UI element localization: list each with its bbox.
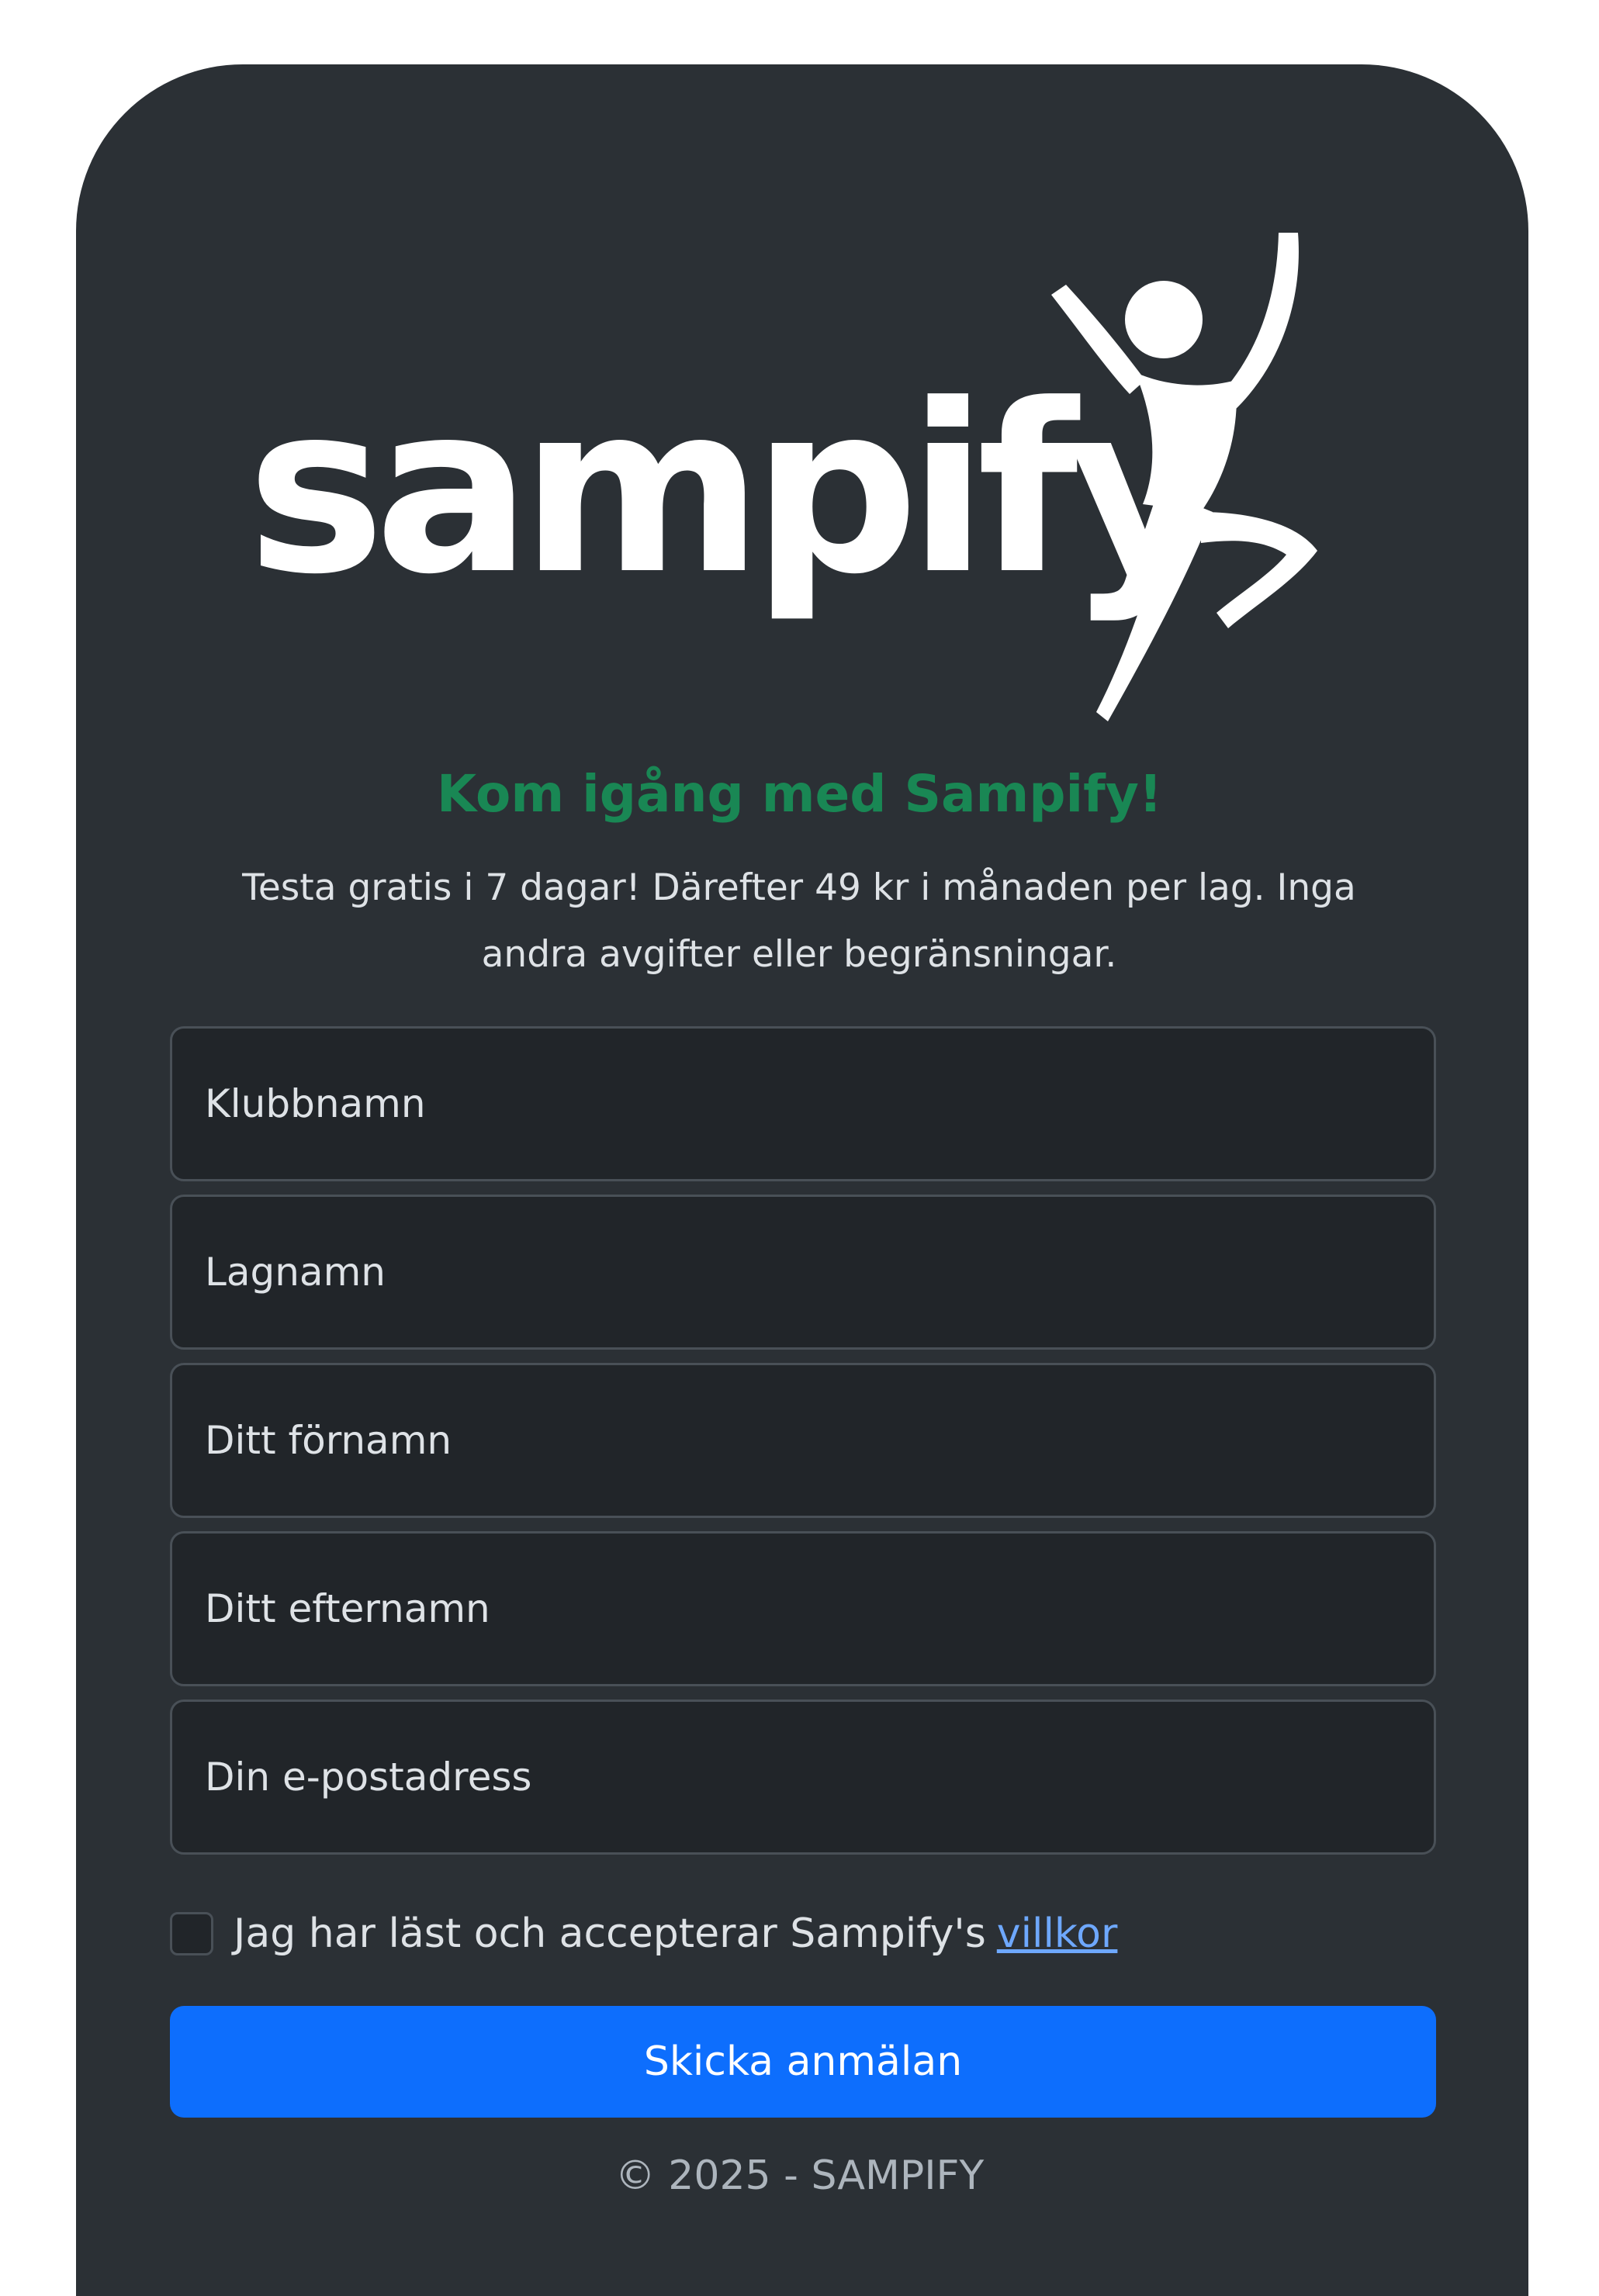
description-line-2: andra avgifter eller begränsningar. [481, 933, 1117, 976]
sampify-logo: sampify [247, 233, 1317, 721]
description-line-1: Testa gratis i 7 dagar! Därefter 49 kr i… [242, 866, 1356, 909]
pricing-description: Testa gratis i 7 dagar! Därefter 49 kr i… [202, 855, 1397, 988]
email-input[interactable] [172, 1702, 1437, 1854]
club-name-field[interactable]: Klubbnamn [170, 1026, 1437, 1181]
copyright-footer: © 2025 - SAMPIFY [614, 2152, 985, 2199]
email-field[interactable]: Din e-postadress [170, 1700, 1437, 1855]
club-name-input[interactable] [172, 1029, 1437, 1181]
logo-wordmark: sampify [247, 354, 1217, 625]
terms-label: Jag har läst och accepterar Sampify's [234, 1910, 986, 1957]
page-heading: Kom igång med Sampify! [437, 764, 1162, 824]
last-name-input[interactable] [172, 1534, 1437, 1686]
terms-link[interactable]: villkor [997, 1910, 1118, 1957]
first-name-input[interactable] [172, 1365, 1437, 1517]
terms-row: Jag har läst och accepterar Sampify's vi… [170, 1908, 1117, 1959]
team-name-input[interactable] [172, 1197, 1437, 1349]
first-name-field[interactable]: Ditt förnamn [170, 1363, 1437, 1518]
team-name-field[interactable]: Lagnamn [170, 1195, 1437, 1350]
submit-button[interactable]: Skicka anmälan [170, 2006, 1436, 2118]
terms-checkbox[interactable] [170, 1912, 213, 1955]
last-name-field[interactable]: Ditt efternamn [170, 1531, 1437, 1686]
